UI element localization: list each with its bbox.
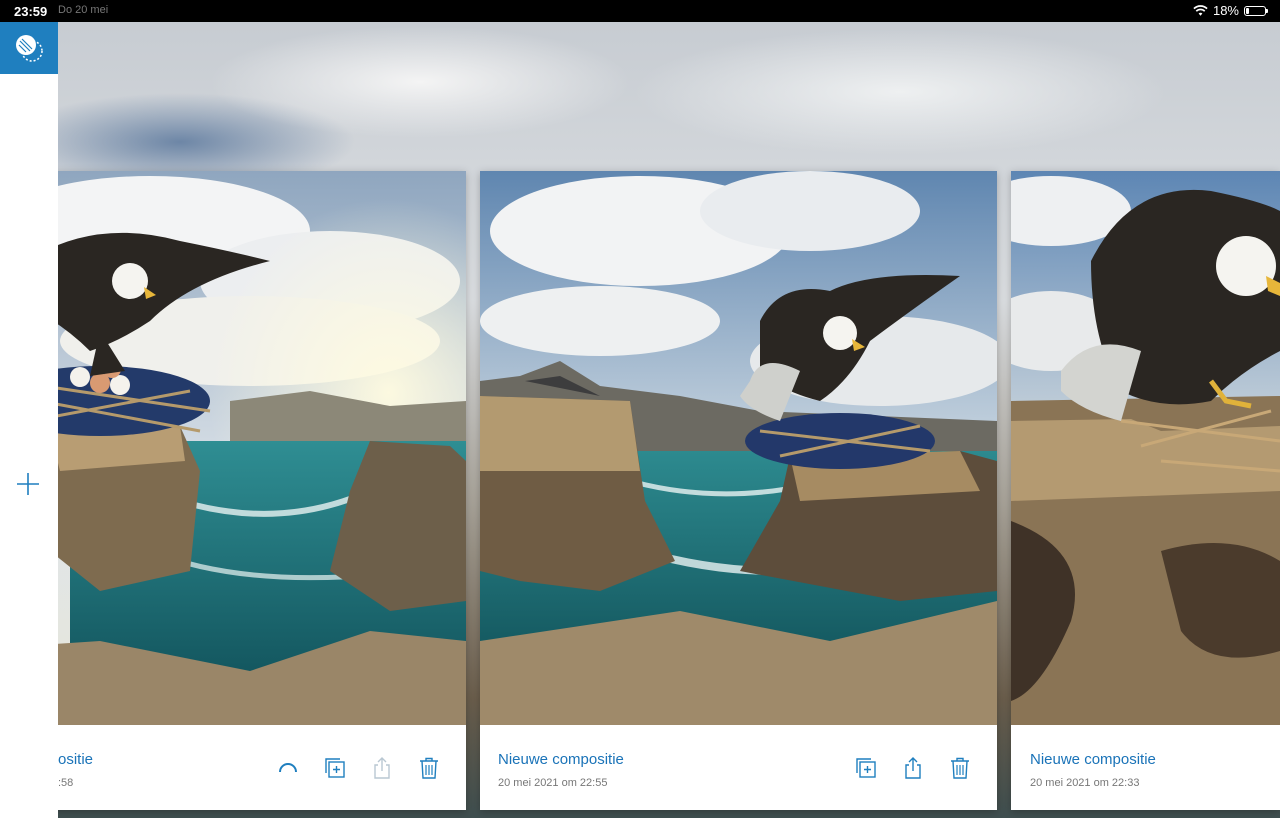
syncing-indicator: [275, 755, 300, 780]
eagle-nest-artwork: [0, 171, 466, 725]
composition-date: 20 mei 2021 om 22:33: [1030, 777, 1140, 789]
status-bar: 23:59 Do 20 mei 18%: [0, 0, 1280, 22]
share-icon: [373, 756, 390, 779]
app-logo-button[interactable]: [0, 22, 58, 74]
composition-card[interactable]: Nieuwe compositie 20 mei 2021 om 22:33: [1011, 171, 1280, 810]
eagle-cliff-artwork: [480, 171, 997, 725]
duplicate-button[interactable]: [322, 755, 347, 780]
composition-title[interactable]: Nieuwe compositie: [1030, 751, 1156, 768]
composition-actions: [853, 755, 972, 780]
duplicate-icon: [855, 757, 876, 778]
composition-date: :58: [58, 777, 74, 789]
delete-button[interactable]: [947, 755, 972, 780]
composition-thumbnail[interactable]: [1011, 171, 1280, 725]
composition-date: 20 mei 2021 om 22:55: [498, 777, 608, 789]
share-icon: [904, 756, 921, 779]
composition-card[interactable]: Nieuwe compositie 20 mei 2021 om 22:55: [480, 171, 997, 810]
battery-icon: [1244, 5, 1268, 16]
share-button[interactable]: [900, 755, 925, 780]
trash-icon: [419, 757, 438, 779]
status-right: 18%: [1193, 3, 1268, 18]
composition-actions: [275, 755, 441, 780]
composition-title[interactable]: Nieuwe compositie: [498, 751, 624, 768]
battery-percent: 18%: [1212, 3, 1239, 18]
composition-meta: Nieuwe compositie 20 mei 2021 om 22:55: [480, 725, 997, 810]
add-composition-button[interactable]: [14, 470, 42, 498]
composition-thumbnail[interactable]: [0, 171, 466, 725]
delete-button[interactable]: [416, 755, 441, 780]
status-time: 23:59: [14, 4, 48, 19]
composition-card[interactable]: ositie :58: [0, 171, 466, 810]
share-button[interactable]: [369, 755, 394, 780]
duplicate-button[interactable]: [853, 755, 878, 780]
sidebar: [0, 22, 58, 818]
spinner-icon: [278, 762, 297, 772]
composition-meta: ositie :58: [0, 725, 466, 810]
composition-title[interactable]: ositie: [58, 751, 93, 768]
wifi-icon: [1193, 4, 1208, 16]
photoshop-mix-logo-icon: [16, 35, 43, 62]
composition-thumbnail[interactable]: [480, 171, 997, 725]
status-date: Do 20 mei: [58, 4, 109, 16]
eagle-closeup-artwork: [1011, 171, 1280, 725]
trash-icon: [950, 757, 969, 779]
duplicate-icon: [324, 757, 345, 778]
plus-icon: [17, 473, 39, 495]
composition-meta: Nieuwe compositie 20 mei 2021 om 22:33: [1011, 725, 1280, 810]
